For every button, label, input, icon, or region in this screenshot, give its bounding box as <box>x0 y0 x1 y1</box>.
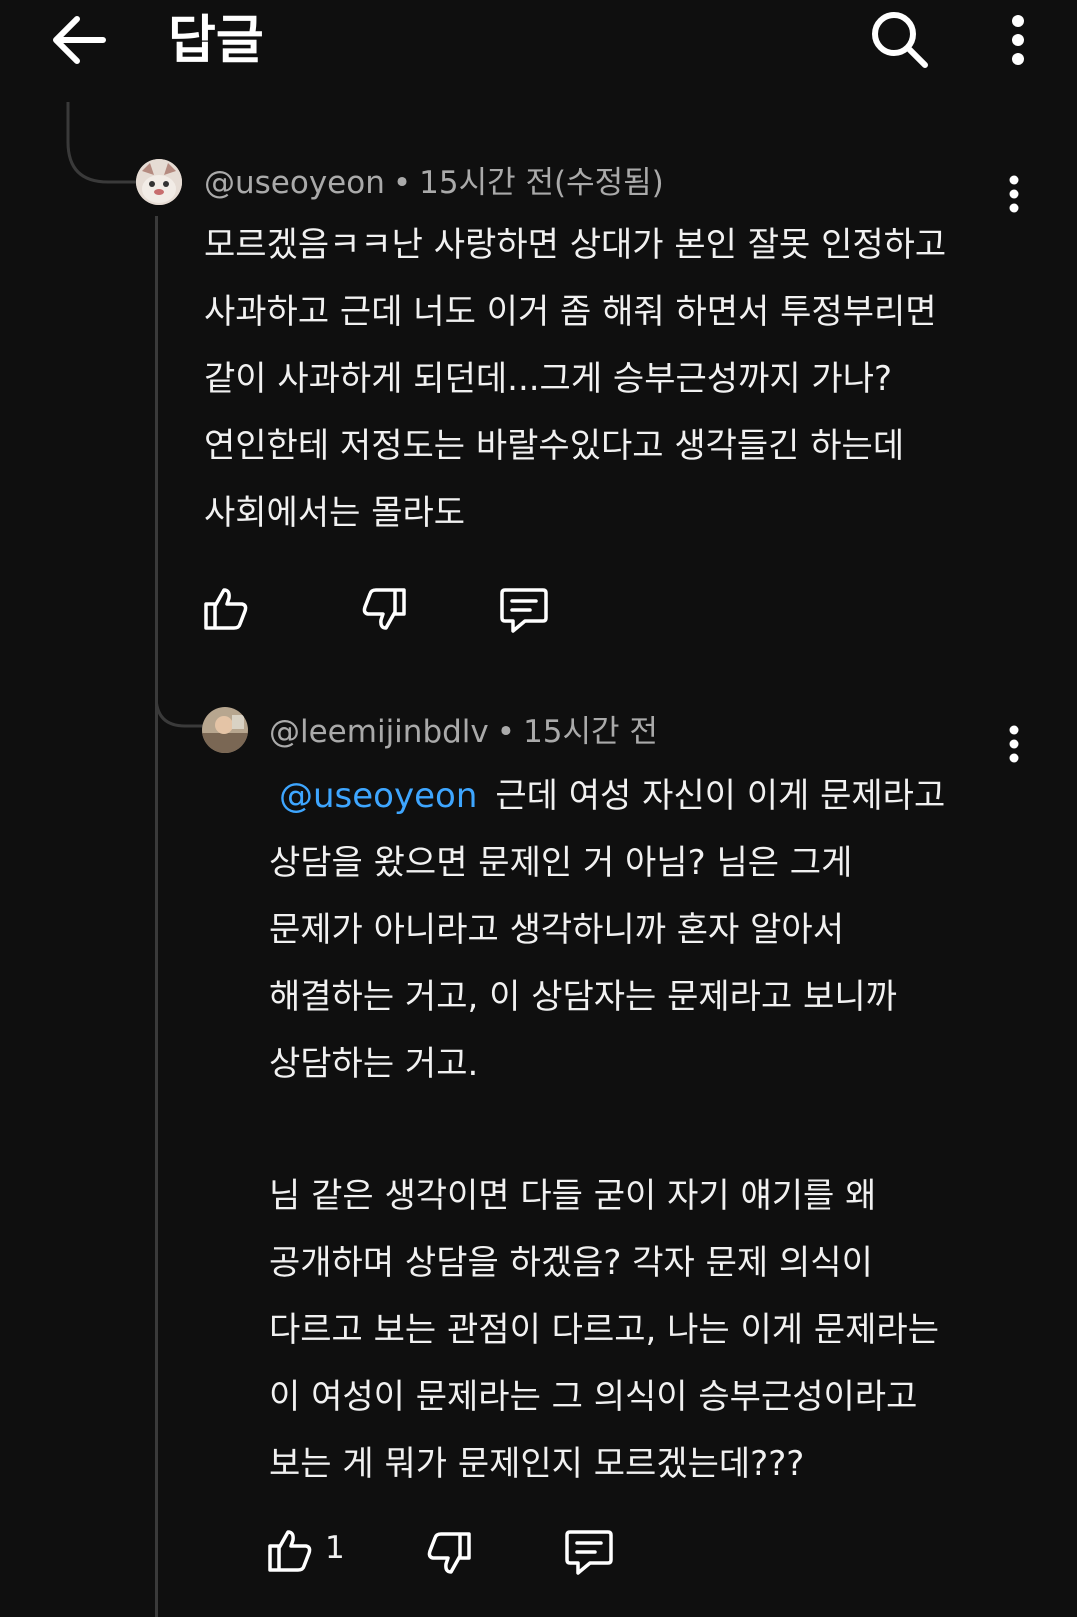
mention-link[interactable]: @useoyeon <box>279 776 477 816</box>
comment-more-button[interactable] <box>996 170 1032 218</box>
like-button[interactable] <box>198 580 254 636</box>
more-vert-icon <box>1008 175 1020 213</box>
comment-line: @useoyeon 근데 여성 자신이 이게 문제라고 <box>269 763 945 830</box>
dislike-button[interactable] <box>421 1526 477 1582</box>
comment-line: 다르고 보는 관점이 다르고, 나는 이게 문제라는 <box>269 1310 939 1350</box>
meta-separator: • <box>392 165 412 201</box>
comment-line <box>269 1098 945 1163</box>
thumbs-down-icon <box>425 1530 473 1578</box>
comment-line: 공개하며 상담을 하겠음? 각자 문제 의식이 <box>269 1243 873 1283</box>
like-count: 1 <box>325 1530 345 1566</box>
like-button[interactable] <box>262 1522 318 1578</box>
thread-connector <box>66 102 146 192</box>
comment-line: 사과하고 근데 너도 이거 좀 해줘 하면서 투정부리면 <box>204 292 937 332</box>
comment-meta: @leemijinbdlv • 15시간 전 <box>269 712 658 752</box>
thumbs-up-icon <box>202 584 250 632</box>
comment-line: 사회에서는 몰라도 <box>204 493 466 533</box>
comment-line: 보는 게 뭐가 문제인지 모르겠는데??? <box>269 1444 805 1484</box>
search-button[interactable] <box>864 4 936 76</box>
comment-line: 같이 사과하게 되던데...그게 승부근성까지 가나? <box>204 359 893 399</box>
comment-line: 모르겠음ㅋㅋ난 사랑하면 상대가 본인 잘못 인정하고 <box>204 225 947 265</box>
thumbs-down-icon <box>360 586 408 634</box>
avatar[interactable] <box>202 707 248 753</box>
comment-line-text: 근데 여성 자신이 이게 문제라고 <box>495 776 946 816</box>
comment-time: 15시간 전(수정됨) <box>419 165 664 201</box>
reply-button[interactable] <box>561 1524 617 1580</box>
comment-author[interactable]: @leemijinbdlv <box>269 714 489 750</box>
meta-separator: • <box>496 714 516 750</box>
thread-line <box>155 216 158 1617</box>
comment-line: 상담하는 거고. <box>269 1044 479 1084</box>
comment-more-button[interactable] <box>996 720 1032 768</box>
comment-line: 님 같은 생각이면 다들 굳이 자기 얘기를 왜 <box>269 1176 877 1216</box>
comment-text: 모르겠음ㅋㅋ난 사랑하면 상대가 본인 잘못 인정하고 사과하고 근데 너도 이… <box>204 212 946 547</box>
search-icon <box>869 9 931 71</box>
back-button[interactable] <box>44 6 112 74</box>
avatar[interactable] <box>136 159 182 205</box>
reply-button[interactable] <box>496 582 552 638</box>
reply-connector <box>155 676 205 736</box>
comment-author[interactable]: @useoyeon <box>204 165 385 201</box>
comment-text: @useoyeon 근데 여성 자신이 이게 문제라고 상담을 왔으면 문제인 거… <box>269 763 945 1498</box>
more-vert-icon <box>1008 725 1020 763</box>
dislike-button[interactable] <box>356 582 412 638</box>
comment-line: 해결하는 거고, 이 상담자는 문제라고 보니까 <box>269 977 897 1017</box>
comment-time: 15시간 전 <box>523 714 658 750</box>
comment-line: 문제가 아니라고 생각하니까 혼자 알아서 <box>269 910 844 950</box>
comment-line: 이 여성이 문제라는 그 의식이 승부근성이라고 <box>269 1377 918 1417</box>
more-options-button[interactable] <box>996 6 1040 74</box>
comment-icon <box>499 586 549 634</box>
page-title: 답글 <box>168 11 264 71</box>
comment-meta: @useoyeon • 15시간 전(수정됨) <box>204 163 664 203</box>
comment-line: 연인한테 저정도는 바랄수있다고 생각들긴 하는데 <box>204 426 905 466</box>
more-vert-icon <box>1010 14 1026 66</box>
thumbs-up-icon <box>266 1526 314 1574</box>
comment-icon <box>564 1528 614 1576</box>
arrow-left-icon <box>49 15 107 65</box>
comment-line: 상담을 왔으면 문제인 거 아님? 님은 그게 <box>269 843 853 883</box>
